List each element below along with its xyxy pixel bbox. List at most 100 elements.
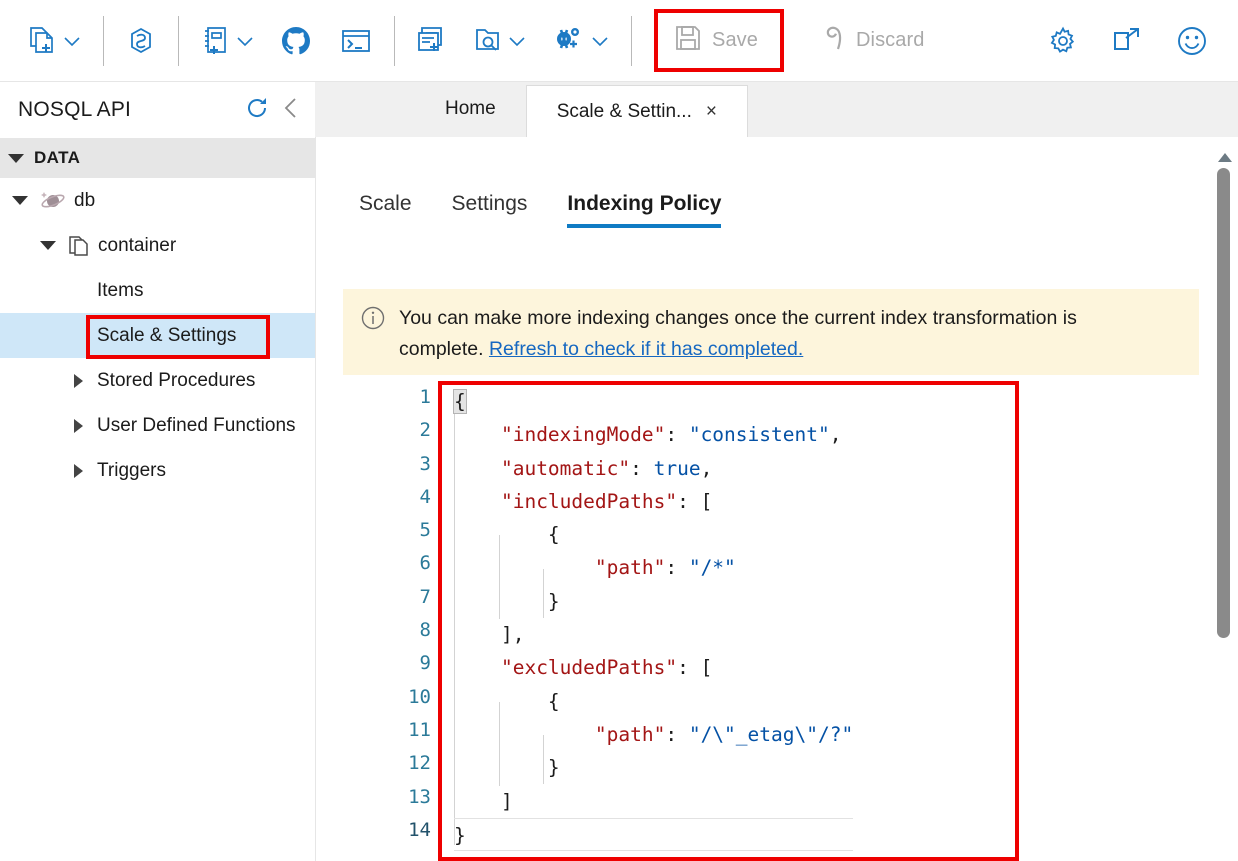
code-line: { — [454, 518, 853, 551]
code-token: "consistent" — [689, 423, 830, 446]
tab-home[interactable]: Home — [415, 81, 526, 137]
new-udf-button[interactable] — [467, 15, 532, 67]
close-icon[interactable]: × — [706, 101, 717, 123]
resource-tree-sidebar: NOSQL API DATA — [0, 81, 315, 861]
refresh-link[interactable]: Refresh to check if it has completed. — [489, 338, 803, 360]
code-line: ] — [454, 785, 853, 818]
scrollbar-thumb[interactable] — [1217, 168, 1230, 638]
code-token: "path" — [595, 556, 665, 579]
code-token: { — [454, 390, 466, 413]
save-floppy-icon — [674, 24, 702, 57]
triangle-right-icon — [74, 374, 83, 388]
sidebar-item-triggers[interactable]: Triggers — [0, 448, 315, 493]
new-database-icon — [126, 25, 156, 57]
sidebar-item-scale-and-settings[interactable]: Scale & Settings — [0, 313, 315, 358]
line-number: 8 — [316, 614, 431, 647]
discard-label: Discard — [856, 29, 925, 52]
line-number: 5 — [316, 514, 431, 547]
toolbar-separator — [631, 16, 632, 66]
line-number: 10 — [316, 681, 431, 714]
code-token — [454, 523, 548, 546]
chevron-down-icon — [63, 35, 81, 47]
sidebar-header-actions — [245, 96, 301, 125]
code-token: [ — [701, 490, 713, 513]
sidebar-section-label: DATA — [34, 148, 80, 168]
new-trigger-button[interactable] — [546, 15, 615, 67]
line-number: 13 — [316, 781, 431, 814]
tab-settings[interactable]: Settings — [452, 192, 528, 228]
sidebar-item-items[interactable]: Items — [0, 268, 315, 313]
line-number: 2 — [316, 414, 431, 447]
tab-scale-and-settings[interactable]: Scale & Settin... × — [526, 85, 748, 137]
main-content: Scale Settings Indexing Policy You can m… — [315, 137, 1238, 861]
code-line: "automatic": true, — [454, 452, 853, 485]
tab-strip: Home Scale & Settin... × — [315, 81, 1238, 137]
sub-tab-label: Scale — [359, 192, 412, 215]
new-stored-procedure-button[interactable] — [411, 15, 453, 67]
code-line: "includedPaths": [ — [454, 485, 853, 518]
code-token: "indexingMode" — [501, 423, 665, 446]
sub-tab-label: Indexing Policy — [567, 192, 721, 215]
line-number: 7 — [316, 581, 431, 614]
editor-highlight-box: { "indexingMode": "consistent", "automat… — [438, 381, 1019, 861]
code-token: "excludedPaths" — [501, 656, 677, 679]
open-full-screen-icon[interactable] — [1106, 15, 1148, 67]
sidebar-item-db[interactable]: db — [0, 178, 315, 223]
new-stored-procedure-icon — [417, 25, 447, 57]
feedback-smiley-icon[interactable] — [1170, 15, 1214, 67]
code-token: "/\"_etag\"/?" — [689, 723, 853, 746]
refresh-icon[interactable] — [245, 96, 269, 125]
github-button[interactable] — [274, 15, 318, 67]
sidebar-header: NOSQL API — [0, 82, 315, 138]
code-token: { — [548, 523, 560, 546]
scroll-up-arrow-icon[interactable] — [1218, 153, 1232, 162]
tab-indexing-policy[interactable]: Indexing Policy — [567, 192, 721, 228]
open-shell-button[interactable] — [334, 15, 378, 67]
discard-button[interactable]: Discard — [806, 15, 937, 67]
editor-line-number-gutter: 1 2 3 4 5 6 7 8 9 10 11 12 13 14 — [316, 381, 438, 861]
line-number: 11 — [316, 714, 431, 747]
code-line: "path": "/*" — [454, 551, 853, 584]
line-number: 3 — [316, 448, 431, 481]
code-token: "path" — [595, 723, 665, 746]
code-token: ], — [501, 623, 524, 646]
new-sql-query-button[interactable] — [195, 15, 260, 67]
new-item-icon — [28, 25, 58, 57]
chevron-left-icon[interactable] — [281, 96, 301, 125]
code-token: : — [665, 723, 688, 746]
new-database-button[interactable] — [120, 15, 162, 67]
info-banner-text: You can make more indexing changes once … — [399, 303, 1159, 375]
code-token — [454, 690, 548, 713]
code-token: "/*" — [689, 556, 736, 579]
tab-label: Scale & Settin... — [557, 101, 692, 123]
command-bar: Save Discard — [0, 0, 1238, 81]
code-token — [454, 490, 501, 513]
code-line: } — [454, 585, 853, 618]
sidebar-item-label: User Defined Functions — [97, 415, 296, 437]
sidebar-item-stored-procedures[interactable]: Stored Procedures — [0, 358, 315, 403]
new-item-button[interactable] — [22, 15, 87, 67]
line-number: 1 — [316, 381, 431, 414]
code-token: } — [548, 590, 560, 613]
info-circle-icon — [361, 306, 385, 375]
toolbar-separator — [178, 16, 179, 66]
code-token: [ — [701, 656, 713, 679]
sidebar-item-container[interactable]: container — [0, 223, 315, 268]
editor-code-lines[interactable]: { "indexingMode": "consistent", "automat… — [442, 385, 853, 851]
code-line: "indexingMode": "consistent", — [454, 418, 853, 451]
save-button[interactable]: Save — [662, 15, 770, 67]
settings-gear-icon[interactable] — [1042, 15, 1084, 67]
vertical-scrollbar[interactable] — [1217, 153, 1232, 853]
sidebar-item-user-defined-functions[interactable]: User Defined Functions — [0, 403, 315, 448]
code-token: : — [630, 457, 653, 480]
line-number: 9 — [316, 647, 431, 680]
line-number: 12 — [316, 747, 431, 780]
sidebar-title: NOSQL API — [18, 98, 131, 122]
sidebar-section-data[interactable]: DATA — [0, 138, 315, 178]
code-line: } — [454, 751, 853, 784]
code-token — [454, 656, 501, 679]
app-root: Save Discard — [0, 0, 1238, 861]
tab-scale[interactable]: Scale — [359, 192, 412, 228]
indexing-policy-editor[interactable]: 1 2 3 4 5 6 7 8 9 10 11 12 13 14 — [316, 381, 1238, 861]
code-token — [454, 423, 501, 446]
